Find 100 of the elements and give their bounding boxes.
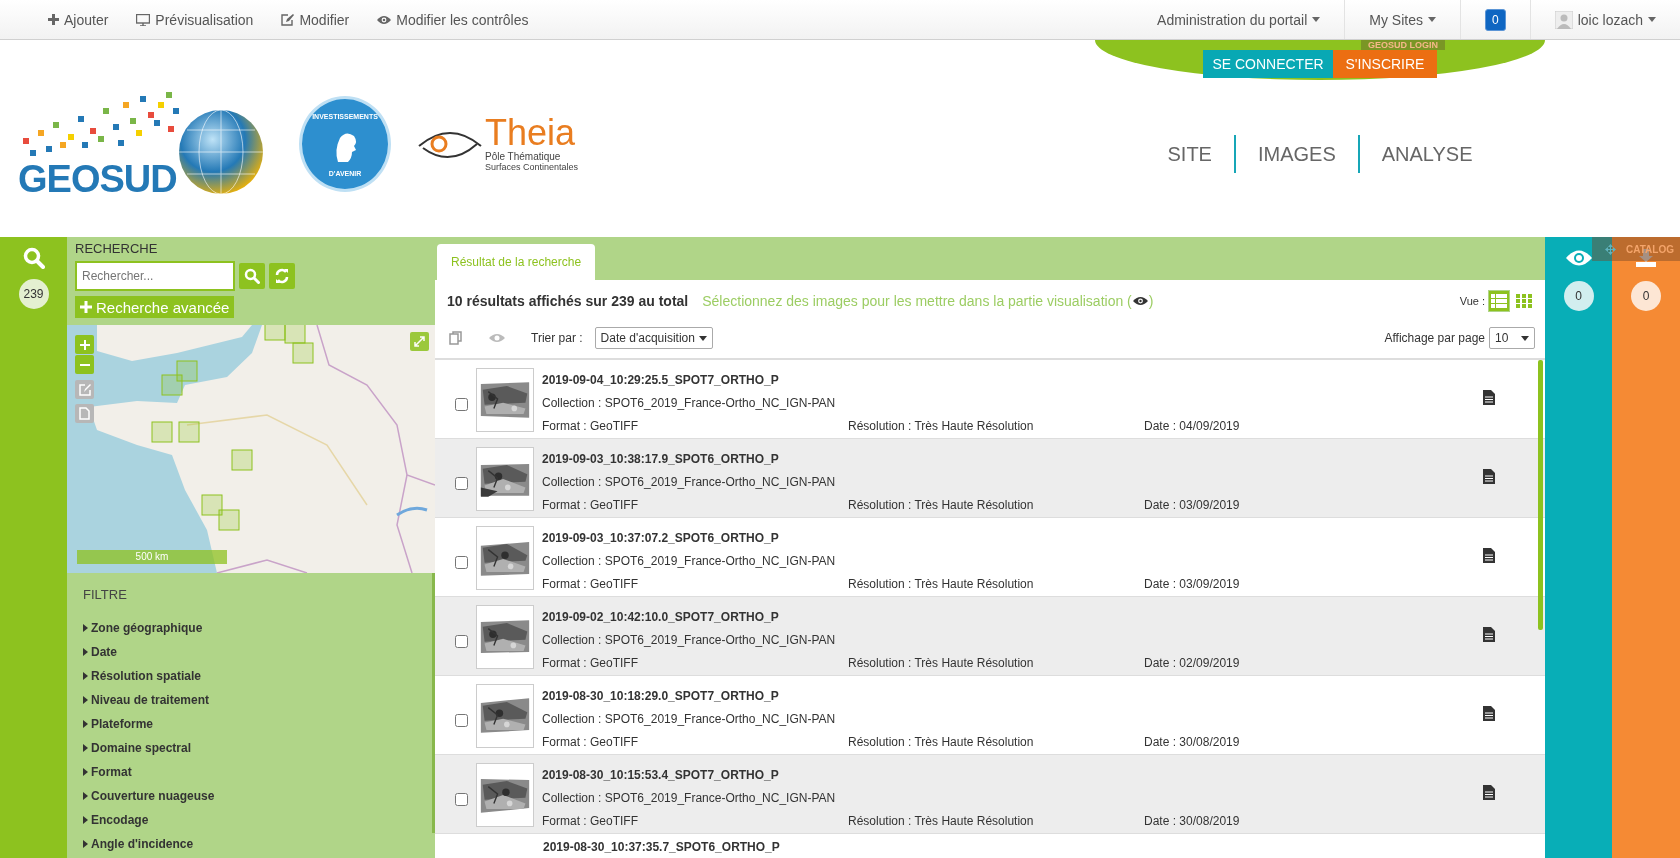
toolbar-link[interactable]: Ajouter bbox=[48, 11, 109, 28]
per-page-dropdown[interactable]: 10 bbox=[1489, 327, 1535, 349]
filter-item[interactable]: Résolution spatiale bbox=[83, 664, 202, 688]
footprint-outline[interactable] bbox=[284, 325, 306, 344]
row-checkbox[interactable] bbox=[455, 398, 468, 411]
date-text: Date : 03/09/2019 bbox=[1144, 576, 1241, 593]
sites-menu[interactable]: My Sites bbox=[1344, 0, 1460, 39]
footprint-outline[interactable] bbox=[231, 449, 253, 471]
row-checkbox[interactable] bbox=[455, 556, 468, 569]
toolbar-link[interactable]: Prévisualisation bbox=[136, 11, 254, 28]
grid-icon bbox=[1516, 294, 1532, 308]
caret-icon bbox=[83, 768, 88, 776]
footprint-outline[interactable] bbox=[218, 509, 240, 531]
filter-item[interactable]: Plateforme bbox=[83, 712, 154, 736]
footprint-outline[interactable] bbox=[176, 360, 198, 382]
admin-menu[interactable]: Administration du portail bbox=[1133, 0, 1345, 39]
scrollbar[interactable] bbox=[1538, 360, 1543, 630]
search-icon[interactable] bbox=[22, 247, 45, 269]
refresh-button[interactable] bbox=[269, 263, 295, 289]
zoom-in-button[interactable] bbox=[75, 335, 94, 354]
document-icon[interactable] bbox=[1483, 548, 1495, 563]
caret-icon bbox=[83, 648, 88, 656]
monitor-icon bbox=[136, 13, 151, 26]
footprint-outline[interactable] bbox=[264, 325, 286, 341]
footprint-outline[interactable] bbox=[178, 421, 200, 443]
image-title: 2019-09-04_10:29:25.5_SPOT7_ORTHO_P bbox=[542, 372, 780, 389]
document-icon[interactable] bbox=[1483, 627, 1495, 642]
count-badge: 239 bbox=[18, 279, 49, 309]
fullscreen-button[interactable] bbox=[410, 332, 429, 351]
collection-text: Collection : SPOT6_2019_France-Ortho_NC_IGN-PAN bbox=[542, 474, 837, 491]
nav-link[interactable]: SITE bbox=[1145, 142, 1234, 166]
document-icon[interactable] bbox=[1483, 785, 1495, 800]
caret-icon bbox=[1648, 17, 1656, 22]
filter-item[interactable]: Date bbox=[83, 640, 117, 664]
document-icon[interactable] bbox=[1483, 390, 1495, 405]
footprint-outline[interactable] bbox=[161, 374, 183, 396]
collection-text: Collection : SPOT6_2019_France-Ortho_NC_IGN-PAN bbox=[542, 790, 837, 807]
sort-dropdown[interactable]: Date d'acquisition bbox=[594, 327, 713, 349]
filter-item[interactable]: Angle d'incidence bbox=[83, 832, 194, 856]
filter-item[interactable]: Format bbox=[83, 760, 132, 784]
footprint-outline[interactable] bbox=[201, 494, 223, 516]
hint-text: ) bbox=[1148, 293, 1154, 309]
image-title: 2019-09-02_10:42:10.0_SPOT7_ORTHO_P bbox=[542, 609, 780, 626]
hint-text: Sélectionnez des images pour les mettre dans la partie visualisation ( bbox=[702, 293, 1132, 309]
eye-icon[interactable] bbox=[489, 333, 505, 343]
plus-icon bbox=[80, 301, 92, 313]
filter-item[interactable]: Domaine spectral bbox=[83, 736, 192, 760]
image-title: 2019-09-03_10:37:07.2_SPOT6_ORTHO_P bbox=[542, 530, 780, 547]
file-icon bbox=[79, 407, 90, 420]
copy-icon[interactable] bbox=[449, 331, 463, 345]
list-icon bbox=[1491, 294, 1507, 308]
draw-button[interactable] bbox=[75, 380, 94, 399]
row-checkbox[interactable] bbox=[455, 793, 468, 806]
per-page-label: Affichage par page bbox=[1384, 331, 1485, 345]
user-menu[interactable]: loic lozach bbox=[1529, 0, 1680, 39]
caret-icon bbox=[83, 720, 88, 728]
results-summary: 10 résultats affichés sur 239 au total bbox=[447, 293, 689, 309]
notification-badge[interactable]: 0 bbox=[1484, 8, 1506, 31]
caret-icon bbox=[83, 840, 88, 848]
document-icon[interactable] bbox=[1483, 706, 1495, 721]
list-view-button[interactable] bbox=[1488, 290, 1510, 312]
collection-text: Collection : SPOT6_2019_France-Ortho_NC_IGN-PAN bbox=[542, 711, 837, 728]
nav-link[interactable]: ANALYSE bbox=[1359, 142, 1495, 166]
caret-icon bbox=[83, 792, 88, 800]
row-checkbox[interactable] bbox=[455, 477, 468, 490]
map-scale: 500 km bbox=[77, 550, 227, 564]
format-text: Format : GeoTIFF bbox=[542, 655, 639, 672]
edit-icon bbox=[281, 13, 295, 26]
date-text: Date : 02/09/2019 bbox=[1144, 655, 1241, 672]
count-badge: 0 bbox=[1563, 281, 1594, 311]
caret-icon bbox=[83, 624, 88, 632]
footprint-outline[interactable] bbox=[151, 421, 173, 443]
date-text: Date : 30/08/2019 bbox=[1144, 734, 1241, 751]
document-icon[interactable] bbox=[1483, 469, 1495, 484]
row-checkbox[interactable] bbox=[455, 714, 468, 727]
search-field[interactable]: Rechercher... bbox=[75, 261, 235, 291]
view-label: Vue : bbox=[1459, 295, 1485, 307]
zoom-out-button[interactable] bbox=[75, 355, 94, 374]
caret-icon bbox=[1312, 17, 1321, 22]
caret-icon bbox=[83, 816, 88, 824]
logo-text: Theia bbox=[485, 115, 577, 151]
sort-label: Trier par : bbox=[531, 331, 583, 345]
eye-icon[interactable] bbox=[1565, 249, 1592, 267]
filter-item[interactable]: Zone géographique bbox=[83, 616, 203, 640]
refresh-icon bbox=[274, 268, 290, 284]
toolbar-link[interactable]: Modifier les contrôles bbox=[377, 11, 529, 28]
caret-icon bbox=[698, 335, 707, 341]
row-checkbox[interactable] bbox=[455, 635, 468, 648]
filter-item[interactable]: Couverture nuageuse bbox=[83, 784, 215, 808]
logo-text: GEOSUD bbox=[18, 159, 178, 198]
filter-item[interactable]: Niveau de traitement bbox=[83, 688, 210, 712]
search-button[interactable] bbox=[239, 263, 265, 289]
nav-link[interactable]: IMAGES bbox=[1235, 142, 1358, 166]
collection-text: Collection : SPOT6_2019_France-Ortho_NC_IGN-PAN bbox=[542, 395, 837, 412]
filter-item[interactable]: Encodage bbox=[83, 808, 149, 832]
toolbar-link[interactable]: Modifier bbox=[281, 11, 350, 28]
plus-icon bbox=[79, 339, 90, 350]
footprint-outline[interactable] bbox=[292, 342, 314, 364]
file-button[interactable] bbox=[75, 404, 94, 423]
count-badge: 0 bbox=[1631, 281, 1661, 311]
